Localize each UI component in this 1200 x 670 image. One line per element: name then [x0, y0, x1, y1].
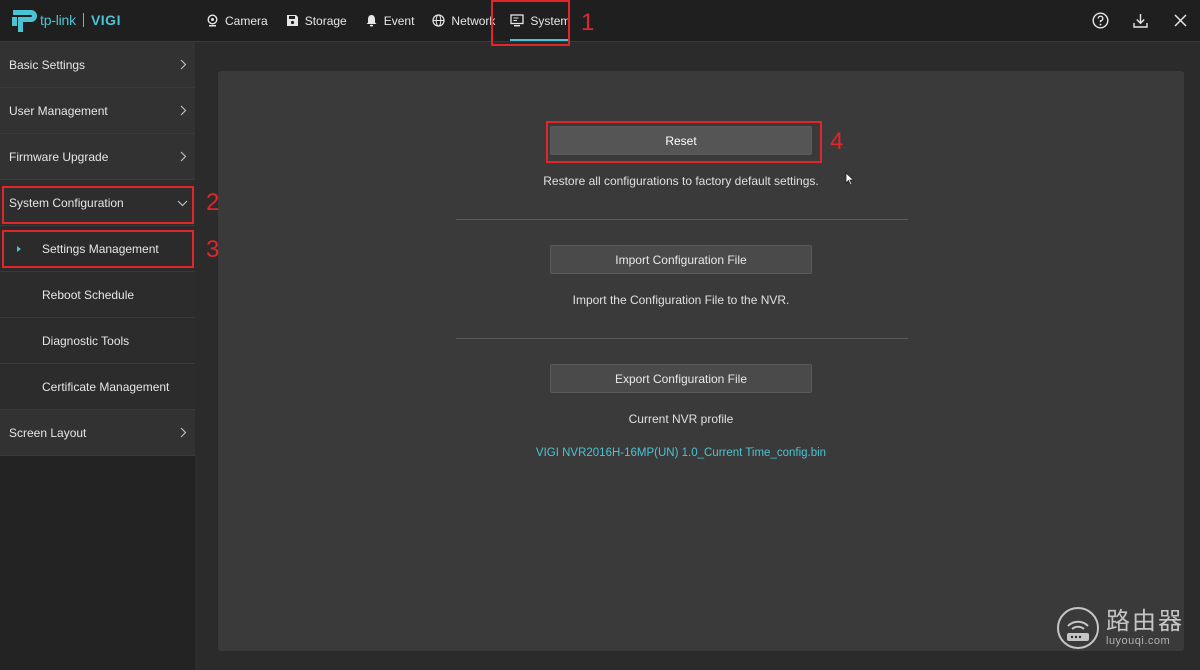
download-button[interactable]: [1120, 0, 1160, 41]
sidebar-item-basic-settings[interactable]: Basic Settings: [0, 42, 195, 88]
nav-camera-label: Camera: [225, 13, 268, 28]
nav-event[interactable]: Event: [359, 0, 421, 41]
chevron-right-icon: [180, 105, 187, 116]
top-right-icons: [1080, 0, 1200, 41]
nav-camera[interactable]: Camera: [200, 0, 274, 41]
download-icon: [1132, 14, 1148, 28]
import-config-button[interactable]: Import Configuration File: [550, 245, 812, 274]
top-bar: tp-link VIGI Camera Storage Event Networ…: [0, 0, 1200, 42]
sidebar-item-certificate-management[interactable]: Certificate Management: [0, 364, 195, 410]
annotation-box-settings-management: [2, 230, 194, 268]
export-config-button[interactable]: Export Configuration File: [550, 364, 812, 393]
section-divider: [456, 219, 908, 220]
sidebar-item-label: Screen Layout: [9, 425, 87, 440]
brand-name: tp-link: [40, 12, 76, 28]
brand-product: VIGI: [90, 12, 121, 28]
annotation-number-1: 1: [581, 9, 595, 36]
camera-icon: [207, 14, 218, 27]
nav-storage[interactable]: Storage: [280, 0, 353, 41]
watermark-url: luyouqi.com: [1106, 635, 1171, 647]
brand-logo: tp-link VIGI: [9, 6, 121, 34]
watermark-text: 路由器 luyouqi.com: [1106, 608, 1184, 648]
sidebar-item-firmware-upgrade[interactable]: Firmware Upgrade: [0, 134, 195, 180]
help-button[interactable]: [1080, 0, 1120, 41]
section-divider: [456, 338, 908, 339]
sidebar-item-label: Basic Settings: [9, 57, 86, 72]
sidebar-item-user-management[interactable]: User Management: [0, 88, 195, 134]
sidebar-item-screen-layout[interactable]: Screen Layout: [0, 410, 195, 456]
nav-event-label: Event: [383, 13, 415, 28]
sidebar: Basic Settings User Management Firmware …: [0, 42, 195, 670]
annotation-number-2: 2: [206, 189, 220, 216]
sidebar-item-label: Certificate Management: [42, 379, 170, 394]
nav-storage-label: Storage: [304, 13, 347, 28]
current-profile-label: Current NVR profile: [628, 412, 734, 426]
import-description: Import the Configuration File to the NVR…: [572, 293, 790, 307]
globe-icon: [432, 14, 446, 27]
mouse-cursor-icon: [845, 172, 855, 186]
config-file-link[interactable]: VIGI NVR2016H-16MP(UN) 1.0_Current Time_…: [448, 447, 914, 459]
sidebar-item-diagnostic-tools[interactable]: Diagnostic Tools: [0, 318, 195, 364]
watermark-title: 路由器: [1106, 608, 1184, 635]
annotation-box-system: [491, 0, 570, 46]
annotation-box-system-configuration: [2, 186, 194, 224]
tp-link-logo-icon: [9, 6, 37, 34]
sidebar-item-label: Firmware Upgrade: [9, 149, 109, 164]
close-icon: [1173, 14, 1187, 27]
chevron-right-icon: [180, 427, 187, 438]
storage-icon: [286, 15, 298, 26]
close-button[interactable]: [1160, 0, 1200, 41]
sidebar-item-label: Diagnostic Tools: [42, 333, 130, 348]
chevron-right-icon: [180, 151, 187, 162]
chevron-right-icon: [180, 59, 187, 70]
sidebar-item-reboot-schedule[interactable]: Reboot Schedule: [0, 272, 195, 318]
annotation-number-4: 4: [830, 128, 844, 155]
nav-network-label: Network: [451, 13, 496, 28]
annotation-number-3: 3: [206, 236, 220, 263]
bell-icon: [366, 15, 377, 27]
annotation-box-reset: [546, 121, 822, 163]
sidebar-item-label: Reboot Schedule: [42, 287, 135, 302]
router-logo-icon: [1057, 607, 1099, 649]
watermark: 路由器 luyouqi.com: [1056, 606, 1184, 650]
help-icon: [1091, 12, 1109, 29]
brand-separator: [82, 13, 84, 27]
sidebar-item-label: User Management: [9, 103, 108, 118]
